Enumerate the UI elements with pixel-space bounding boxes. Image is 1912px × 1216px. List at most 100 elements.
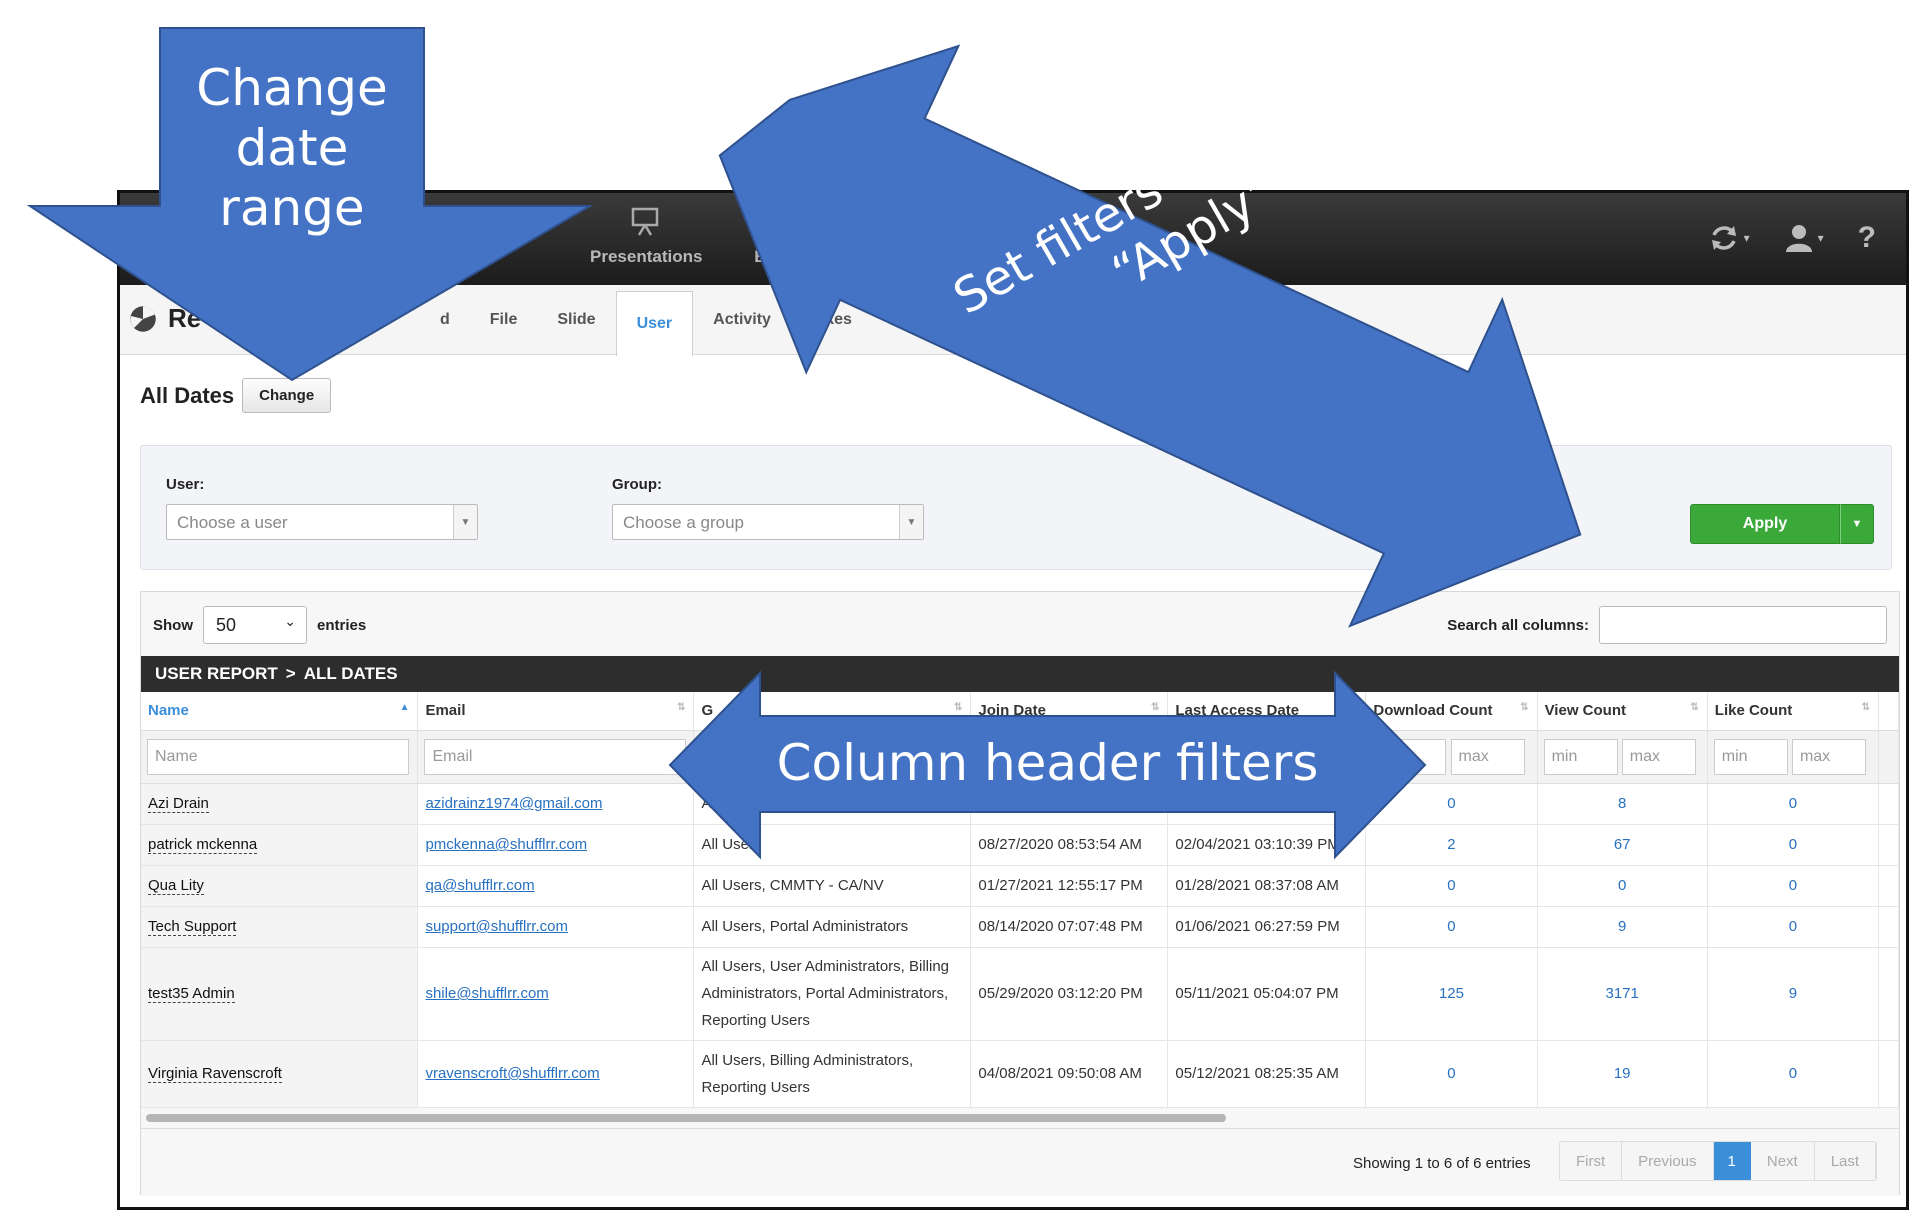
- download-count-cell[interactable]: 0: [1365, 906, 1538, 948]
- tab-likes[interactable]: Likes: [791, 285, 872, 355]
- change-date-button[interactable]: Change: [242, 378, 332, 413]
- entries-value: 50: [216, 615, 237, 635]
- help-icon[interactable]: ?: [1858, 221, 1876, 255]
- overflow-cell: [1878, 824, 1900, 866]
- like-count-cell[interactable]: 9: [1707, 947, 1879, 1041]
- column-header-overflow: [1878, 692, 1900, 731]
- tab-slide[interactable]: Slide: [537, 285, 615, 355]
- callout-date-range-text: Change date range: [160, 58, 424, 238]
- tab-dashboard[interactable]: d: [420, 285, 470, 355]
- pager-previous[interactable]: Previous: [1622, 1142, 1714, 1180]
- groups-cell: All Users, CMMTY - CA/NV: [693, 865, 972, 907]
- pager-page-1[interactable]: 1: [1713, 1142, 1751, 1180]
- filter-cell: min max: [1537, 730, 1708, 784]
- view-count-cell[interactable]: 67: [1537, 824, 1708, 866]
- tab-user[interactable]: User: [615, 291, 694, 356]
- like-count-cell[interactable]: 0: [1707, 783, 1879, 825]
- download-count-cell[interactable]: 0: [1365, 1040, 1538, 1108]
- like-count-cell[interactable]: 0: [1707, 906, 1879, 948]
- groups-cell: All Users: [693, 824, 972, 866]
- show-label: Show: [153, 616, 193, 634]
- join-date-cell: 04/08/2021 09:50:08 AM: [970, 1040, 1169, 1108]
- download-count-cell[interactable]: 0: [1365, 783, 1538, 825]
- download-max-input[interactable]: max: [1450, 738, 1525, 775]
- column-header-label: Like Count: [1714, 702, 1793, 720]
- name-cell[interactable]: patrick mckenna: [141, 824, 419, 866]
- user-name[interactable]: Tech Support: [148, 918, 237, 936]
- user-report-panel: Show 50 ⌄ entries Search all columns: US…: [140, 591, 1900, 1196]
- email-link[interactable]: shile@shufflrr.com: [425, 985, 548, 1002]
- user-name[interactable]: test35 Admin: [148, 985, 235, 1003]
- horizontal-scrollbar[interactable]: [146, 1114, 1226, 1122]
- email-filter-input[interactable]: Email: [424, 738, 687, 775]
- entries-select[interactable]: 50 ⌄: [203, 606, 307, 644]
- sync-icon[interactable]: ▾: [1708, 221, 1750, 255]
- name-cell[interactable]: test35 Admin: [141, 947, 419, 1041]
- email-link[interactable]: support@shufflrr.com: [425, 918, 568, 935]
- table-row: Virginia Ravenscroft vravenscroft@shuffl…: [141, 1040, 1900, 1108]
- user-name[interactable]: Azi Drain: [148, 795, 209, 813]
- view-count-cell[interactable]: 3171: [1537, 947, 1708, 1041]
- user-select[interactable]: Choose a user ▼: [166, 504, 478, 540]
- app-logo-icon[interactable]: [940, 205, 980, 245]
- showing-entries-text: Showing 1 to 6 of 6 entries: [1353, 1155, 1531, 1172]
- apply-button[interactable]: Apply: [1690, 504, 1840, 544]
- column-header-label: Name: [148, 702, 189, 720]
- column-header-view-count[interactable]: View Count ⇅: [1537, 692, 1708, 731]
- name-cell[interactable]: Azi Drain: [141, 783, 419, 825]
- user-name[interactable]: Qua Lity: [148, 877, 204, 895]
- view-count-cell[interactable]: 9: [1537, 906, 1708, 948]
- column-header-name[interactable]: Name ▲: [141, 692, 419, 731]
- view-min-input[interactable]: min: [1543, 738, 1618, 775]
- chevron-down-icon: ▾: [1817, 231, 1824, 245]
- download-count-cell[interactable]: 0: [1365, 865, 1538, 907]
- column-header-like-count[interactable]: Like Count ⇅: [1707, 692, 1879, 731]
- apply-dropdown-toggle[interactable]: ▼: [1840, 504, 1874, 544]
- download-min-input[interactable]: min: [1372, 738, 1447, 775]
- name-cell[interactable]: Tech Support: [141, 906, 419, 948]
- column-header-label: Email: [425, 702, 466, 720]
- user-icon[interactable]: ▾: [1784, 221, 1824, 255]
- view-count-cell[interactable]: 19: [1537, 1040, 1708, 1108]
- column-header-last-access[interactable]: Last Access Date ⇅: [1167, 692, 1367, 731]
- email-link[interactable]: qa@shufflrr.com: [425, 877, 534, 894]
- name-cell[interactable]: Qua Lity: [141, 865, 419, 907]
- tab-file[interactable]: File: [470, 285, 538, 355]
- group-select[interactable]: Choose a group ▼: [612, 504, 924, 540]
- nav-upload[interactable]: Upload: [830, 203, 940, 267]
- groups-cell: All Users, Portal Administrators: [693, 906, 972, 948]
- nav-presentations[interactable]: Presentations: [590, 203, 702, 267]
- like-count-cell[interactable]: 0: [1707, 824, 1879, 866]
- nav-browse-label: Browse: [754, 247, 816, 266]
- user-name[interactable]: patrick mckenna: [148, 836, 258, 854]
- column-header-email[interactable]: Email ⇅: [417, 692, 695, 731]
- column-header-groups[interactable]: G ⇅: [693, 692, 972, 731]
- last-access-cell: 05/12/2021 08:25:35 AM: [1167, 1040, 1367, 1108]
- download-count-cell[interactable]: 2: [1365, 824, 1538, 866]
- email-link[interactable]: pmckenna@shufflrr.com: [425, 836, 587, 853]
- name-cell[interactable]: Virginia Ravenscroft: [141, 1040, 419, 1108]
- pager-first[interactable]: First: [1560, 1142, 1623, 1180]
- view-max-input[interactable]: max: [1621, 738, 1696, 775]
- like-max-input[interactable]: max: [1791, 738, 1866, 775]
- column-header-join-date[interactable]: Join Date ⇅: [970, 692, 1169, 731]
- email-link[interactable]: azidrainz1974@gmail.com: [425, 795, 602, 812]
- search-input[interactable]: [1599, 606, 1887, 644]
- tab-activity[interactable]: Activity: [693, 285, 791, 355]
- like-min-input[interactable]: min: [1713, 738, 1788, 775]
- view-count-cell[interactable]: 8: [1537, 783, 1708, 825]
- pager-last[interactable]: Last: [1814, 1142, 1877, 1180]
- column-header-download-count[interactable]: Download Count ⇅: [1365, 692, 1538, 731]
- email-link[interactable]: vravenscroft@shufflrr.com: [425, 1065, 599, 1082]
- download-count-cell[interactable]: 125: [1365, 947, 1538, 1041]
- like-count-cell[interactable]: 0: [1707, 865, 1879, 907]
- like-count-cell[interactable]: 0: [1707, 1040, 1879, 1108]
- nav-browse[interactable]: Browse: [730, 203, 840, 267]
- join-date-cell: 05/29/2020 03:12:20 PM: [970, 947, 1169, 1041]
- view-count-cell[interactable]: 0: [1537, 865, 1708, 907]
- user-name[interactable]: Virginia Ravenscroft: [148, 1065, 282, 1083]
- email-cell: support@shufflrr.com: [417, 906, 695, 948]
- email-cell: shile@shufflrr.com: [417, 947, 695, 1041]
- pager-next[interactable]: Next: [1750, 1142, 1815, 1180]
- name-filter-input[interactable]: Name: [147, 738, 409, 775]
